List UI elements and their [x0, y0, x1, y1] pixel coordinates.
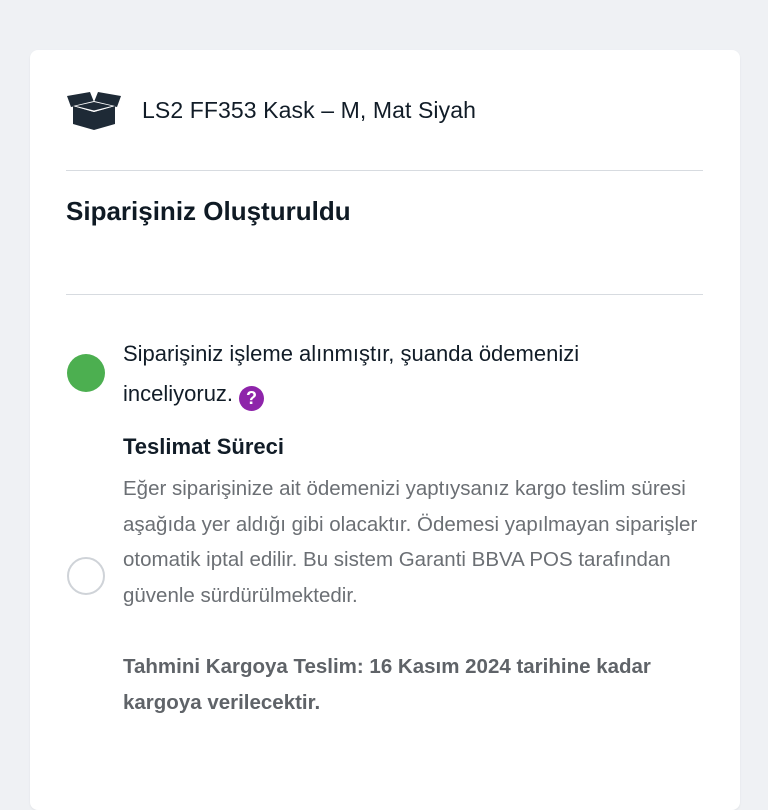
delivery-estimate: Tahmini Kargoya Teslim: 16 Kasım 2024 ta… — [123, 655, 651, 714]
step-pending-indicator — [67, 557, 105, 595]
divider — [66, 294, 703, 295]
question-circle-icon[interactable]: ? — [239, 385, 265, 411]
divider — [66, 170, 703, 171]
delivery-process-description: Eğer siparişinize ait ödemenizi yaptıysa… — [123, 477, 698, 607]
order-status-title: Siparişiniz Oluşturuldu — [66, 196, 351, 226]
delivery-process-title: Teslimat Süreci — [123, 434, 284, 459]
step-done-indicator — [67, 354, 105, 392]
step-processing-label: Siparişiniz işleme alınmıştır, şuanda öd… — [123, 341, 580, 406]
order-card: LS2 FF353 Kask – M, Mat Siyah Siparişini… — [30, 50, 740, 810]
box-open-icon — [66, 90, 122, 130]
product-row: LS2 FF353 Kask – M, Mat Siyah — [66, 88, 476, 132]
product-name: LS2 FF353 Kask – M, Mat Siyah — [142, 96, 476, 123]
step-processing-text: Siparişiniz işleme alınmıştır, şuanda öd… — [123, 334, 683, 414]
